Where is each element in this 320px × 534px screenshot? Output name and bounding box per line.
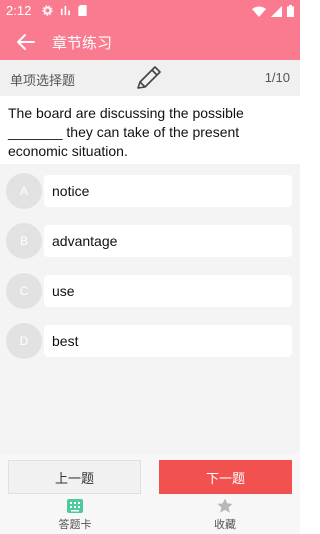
status-icons-right (252, 5, 294, 17)
option-letter: C (6, 273, 42, 309)
answer-card-icon (67, 499, 83, 513)
battery-icon (287, 5, 294, 17)
back-arrow-icon[interactable] (14, 31, 38, 53)
pencil-icon[interactable] (134, 64, 164, 92)
option-a[interactable]: A notice (0, 173, 300, 209)
status-bar: 2:12 (0, 0, 300, 24)
star-icon (217, 498, 233, 513)
page-title: 章节练习 (52, 35, 113, 52)
option-text: notice (44, 175, 292, 207)
question-type-label: 单项选择题 (10, 73, 76, 88)
tab-favorite[interactable]: 收藏 (185, 496, 265, 532)
app-bar: 章节练习 (0, 24, 300, 60)
options-list: A notice B advantage C use D best (0, 164, 300, 454)
bottom-bar: 上一题 下一题 答题卡 收藏 (0, 454, 300, 534)
option-text: advantage (44, 225, 292, 257)
tab-answer-card-label: 答题卡 (58, 518, 92, 531)
cell-signal-icon (271, 5, 282, 17)
question-counter: 1/10 (264, 70, 290, 85)
sd-card-icon (78, 5, 87, 16)
option-c[interactable]: C use (0, 273, 300, 309)
prev-question-button[interactable]: 上一题 (8, 460, 141, 494)
option-text: use (44, 275, 292, 307)
option-d[interactable]: D best (0, 323, 300, 359)
settings-icon (42, 5, 53, 16)
option-letter: D (6, 323, 42, 359)
tab-favorite-label: 收藏 (214, 518, 236, 531)
status-icons-left (42, 5, 87, 16)
question-text: The board are discussing the possible __… (0, 96, 300, 164)
option-letter: B (6, 223, 42, 259)
option-text: best (44, 325, 292, 357)
option-b[interactable]: B advantage (0, 223, 300, 259)
question-header: 单项选择题 1/10 (0, 60, 300, 96)
wifi-icon (252, 6, 266, 17)
next-question-button[interactable]: 下一题 (159, 460, 292, 494)
signal-bars-icon (60, 5, 70, 16)
option-letter: A (6, 173, 42, 209)
status-time: 2:12 (6, 3, 32, 18)
tab-answer-card[interactable]: 答题卡 (35, 496, 115, 532)
